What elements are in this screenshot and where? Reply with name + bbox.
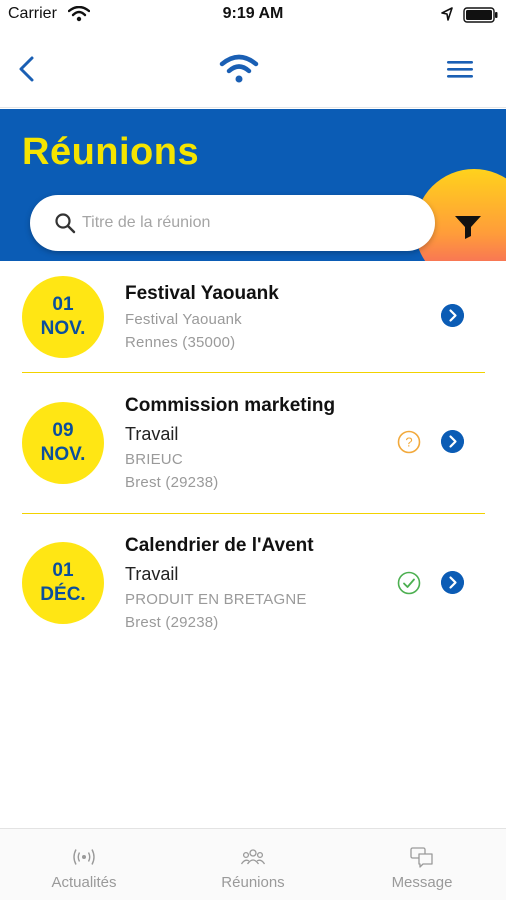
chevron-right-icon[interactable] — [441, 304, 464, 327]
date-month: DÉC. — [40, 584, 86, 605]
meeting-type: Travail — [125, 564, 179, 584]
meeting-title: Festival Yaouank — [125, 283, 279, 304]
date-day: 01 — [52, 294, 74, 315]
hamburger-menu-icon[interactable] — [443, 54, 477, 84]
header-band: Réunions — [0, 109, 506, 261]
meeting-row[interactable]: 01 DÉC. Calendrier de l'Avent Travail PR… — [0, 514, 506, 654]
meeting-type: Travail — [125, 424, 179, 444]
broadcast-icon — [73, 849, 95, 865]
pending-question-icon: ? — [397, 430, 421, 454]
meeting-title: Calendrier de l'Avent — [125, 535, 314, 556]
navigation-bar — [0, 30, 506, 108]
location-arrow-icon — [441, 7, 453, 21]
clock-label: 9:19 AM — [222, 5, 284, 22]
battery-icon — [463, 7, 498, 23]
tab-reunions[interactable]: Réunions — [169, 829, 337, 900]
meeting-location: Brest (29238) — [125, 614, 219, 631]
filter-funnel-icon — [455, 216, 481, 239]
meeting-title: Commission marketing — [125, 395, 336, 416]
confirmed-check-icon — [397, 571, 421, 595]
meeting-organizer: BRIEUC — [125, 451, 183, 468]
tab-label: Actualités — [51, 874, 117, 891]
tab-label: Message — [391, 874, 453, 891]
date-month: NOV. — [40, 318, 86, 339]
search-input[interactable] — [82, 208, 412, 238]
date-month: NOV. — [40, 444, 86, 465]
back-chevron-icon[interactable] — [12, 52, 42, 86]
people-group-icon — [240, 849, 266, 865]
date-day: 09 — [52, 420, 74, 441]
meeting-location: Rennes (35000) — [125, 334, 236, 351]
search-bar — [30, 195, 435, 251]
search-icon — [55, 213, 76, 234]
chat-bubbles-icon — [410, 847, 433, 868]
meeting-organizer: Festival Yaouank — [125, 311, 242, 328]
date-badge: 01 DÉC. — [22, 542, 104, 624]
date-badge: 01 NOV. — [22, 276, 104, 358]
wifi-logo-icon — [219, 54, 259, 83]
tab-label: Réunions — [221, 874, 285, 891]
tab-actualites[interactable]: Actualités — [0, 829, 168, 900]
status-bar: Carrier 9:19 AM — [0, 0, 506, 30]
tab-message[interactable]: Message — [338, 829, 506, 900]
chevron-right-icon[interactable] — [441, 430, 464, 453]
tab-bar: Actualités Réunions Message — [0, 828, 506, 900]
date-day: 01 — [52, 560, 74, 581]
meeting-location: Brest (29238) — [125, 474, 219, 491]
date-badge: 09 NOV. — [22, 402, 104, 484]
page-title: Réunions — [22, 131, 200, 173]
meeting-row[interactable]: 09 NOV. Commission marketing Travail BRI… — [0, 373, 506, 513]
svg-text:?: ? — [405, 435, 412, 450]
meeting-organizer: PRODUIT EN BRETAGNE — [125, 591, 307, 608]
chevron-right-icon[interactable] — [441, 571, 464, 594]
meeting-row[interactable]: 01 NOV. Festival Yaouank Festival Yaouan… — [0, 261, 506, 373]
